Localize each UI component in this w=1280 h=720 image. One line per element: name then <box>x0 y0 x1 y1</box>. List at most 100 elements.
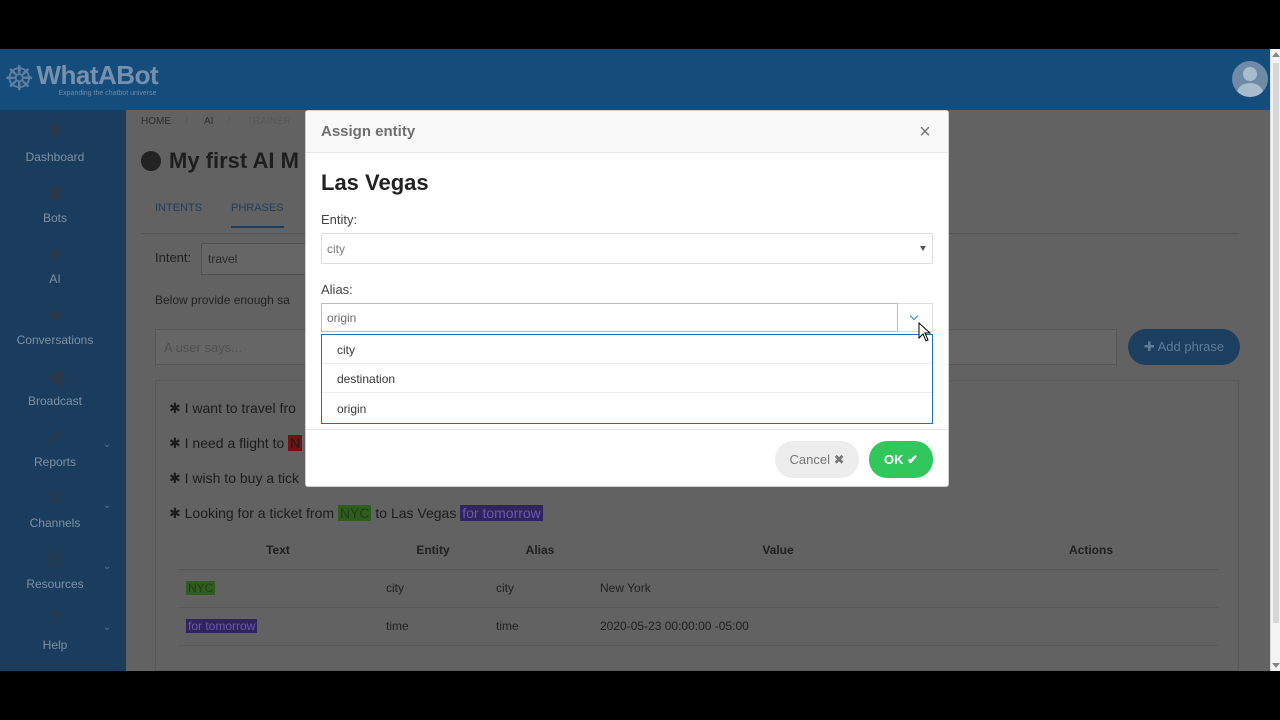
bot-icon: ■ <box>47 179 63 206</box>
phrase-text: I need a flight to <box>184 435 289 451</box>
line-chart-icon: ↗ <box>44 423 66 451</box>
sidebar-item-help[interactable]: ? Help ⌄ <box>0 598 126 659</box>
network-icon: ✕ <box>44 484 66 512</box>
brain-icon: ● <box>47 240 63 267</box>
close-icon[interactable]: × <box>914 121 936 143</box>
logo-mascot-icon: ☸ <box>4 60 35 98</box>
page-scrollbar[interactable] <box>1270 49 1280 671</box>
sidebar-item-label: Conversations <box>16 333 94 347</box>
dialog-header: Assign entity × <box>306 111 948 153</box>
page-title: My first AI M <box>141 148 299 174</box>
dropdown-option-city[interactable]: city <box>322 335 932 364</box>
sidebar-item-broadcast[interactable]: ◀ Broadcast <box>0 354 126 415</box>
breadcrumb-home[interactable]: HOME <box>141 116 171 127</box>
entity-select-value: city <box>327 242 345 256</box>
dashboard-icon: ▼ <box>43 118 67 145</box>
ok-button[interactable]: OK ✔ <box>869 441 933 478</box>
list-item[interactable]: ✱ Looking for a ticket from NYC to Las V… <box>169 505 543 522</box>
entity-highlight[interactable]: N <box>288 435 303 451</box>
instructions-text: Below provide enough sa <box>155 293 290 307</box>
phrase-text: Looking for a ticket from <box>184 505 338 521</box>
sidebar-item-reports[interactable]: ↗ Reports ⌄ <box>0 415 126 476</box>
scroll-up-icon[interactable] <box>1272 52 1280 57</box>
sidebar-item-label: Help <box>42 638 68 652</box>
cancel-button[interactable]: Cancel ✖ <box>775 441 859 478</box>
chevron-down-icon[interactable]: ⌄ <box>103 439 111 450</box>
chevron-down-icon[interactable]: ⌄ <box>103 500 111 511</box>
checkmark-icon: ✔ <box>907 452 919 467</box>
add-phrase-button[interactable]: ✚ Add phrase <box>1128 329 1240 365</box>
entity-table: Text Entity Alias Value Actions NYC city… <box>178 531 1218 646</box>
page-title-text: My first AI M <box>169 148 299 173</box>
list-item[interactable]: ✱ I need a flight to N <box>169 435 303 452</box>
scroll-down-icon[interactable] <box>1272 663 1280 668</box>
chevron-down-icon <box>909 311 919 321</box>
app-screen: ☸ WhatABot Expanding the chatbot univers… <box>0 49 1280 671</box>
sidebar-item-dashboard[interactable]: ▼ Dashboard <box>0 110 126 171</box>
entity-label: Entity: <box>321 212 358 227</box>
sidebar-item-conversations[interactable]: ● Conversations <box>0 293 126 354</box>
table-row: NYC city city New York <box>178 569 1218 608</box>
scrollbar-thumb[interactable] <box>1273 63 1279 623</box>
column-header: Text <box>178 531 378 570</box>
entity-select[interactable]: city <box>321 233 933 264</box>
user-avatar[interactable] <box>1232 61 1268 97</box>
asterisk-icon: ✱ <box>169 400 185 416</box>
dropdown-option-destination[interactable]: destination <box>322 364 932 393</box>
sidebar-item-label: Channels <box>29 516 81 530</box>
phrase-text: I wish to buy a tick <box>184 470 300 486</box>
help-icon: ? <box>48 606 62 633</box>
alias-dropdown-menu: city destination origin <box>321 334 933 424</box>
chevron-down-icon[interactable]: ⌄ <box>103 561 111 572</box>
selected-text-heading: Las Vegas <box>321 170 429 195</box>
column-header: Value <box>592 531 964 570</box>
chat-bubbles-icon: ● <box>47 301 63 328</box>
breadcrumb-trainer: TRAINER <box>246 116 291 127</box>
asterisk-icon: ✱ <box>169 505 185 521</box>
alias-label: Alias: <box>321 282 353 297</box>
sidebar: ▼ Dashboard ■ Bots ● AI ● Conversations … <box>0 110 126 671</box>
app-logo[interactable]: ☸ WhatABot Expanding the chatbot univers… <box>4 57 159 101</box>
entity-highlight[interactable]: for tomorrow <box>460 505 543 521</box>
list-item[interactable]: ✱ I wish to buy a tick <box>169 470 299 487</box>
sidebar-item-bots[interactable]: ■ Bots <box>0 171 126 232</box>
cell-text: for tomorrow <box>186 619 258 633</box>
intent-select[interactable]: travel <box>201 243 311 275</box>
asterisk-icon: ✱ <box>169 470 185 486</box>
tab-intents[interactable]: INTENTS <box>155 202 202 214</box>
megaphone-icon: ◀ <box>45 362 65 390</box>
cell-alias: time <box>488 607 592 646</box>
sidebar-item-ai[interactable]: ● AI <box>0 232 126 293</box>
tab-phrases[interactable]: PHRASES <box>231 202 284 228</box>
sidebar-item-label: Resources <box>26 577 84 591</box>
dialog-footer: Cancel ✖ OK ✔ <box>306 429 948 487</box>
column-header: Actions <box>964 531 1218 570</box>
cell-value: 2020-05-23 00:00:00 -05:00 <box>592 607 964 646</box>
entity-highlight[interactable]: NYC <box>337 505 372 521</box>
cell-entity: time <box>378 607 488 646</box>
sidebar-item-label: Broadcast <box>27 394 83 408</box>
asterisk-icon: ✱ <box>169 435 185 451</box>
chevron-down-icon[interactable]: ⌄ <box>103 622 111 633</box>
assign-entity-dialog: Assign entity × Las Vegas Entity: city A… <box>305 110 949 487</box>
intent-label: Intent: <box>155 250 192 265</box>
x-icon: ✖ <box>833 452 845 467</box>
gear-icon: ⚙ <box>44 545 66 573</box>
app-name: WhatABot <box>36 59 159 90</box>
sidebar-item-resources[interactable]: ⚙ Resources ⌄ <box>0 537 126 598</box>
cell-actions <box>964 569 1218 608</box>
sidebar-item-channels[interactable]: ✕ Channels ⌄ <box>0 476 126 537</box>
dropdown-option-origin[interactable]: origin <box>322 394 932 423</box>
list-item[interactable]: ✱ I want to travel fro <box>169 400 296 417</box>
cell-actions <box>964 607 1218 646</box>
cell-value: New York <box>592 569 964 608</box>
dialog-title: Assign entity <box>321 123 416 140</box>
breadcrumb-ai[interactable]: AI <box>204 116 213 127</box>
app-tagline: Expanding the chatbot universe <box>58 89 157 97</box>
sidebar-item-label: Dashboard <box>25 150 85 164</box>
cancel-label: Cancel <box>789 452 830 467</box>
alias-input[interactable]: origin <box>321 303 898 332</box>
mouse-cursor-icon <box>918 322 932 342</box>
brain-icon <box>141 151 161 171</box>
sidebar-item-label: Reports <box>33 455 77 469</box>
